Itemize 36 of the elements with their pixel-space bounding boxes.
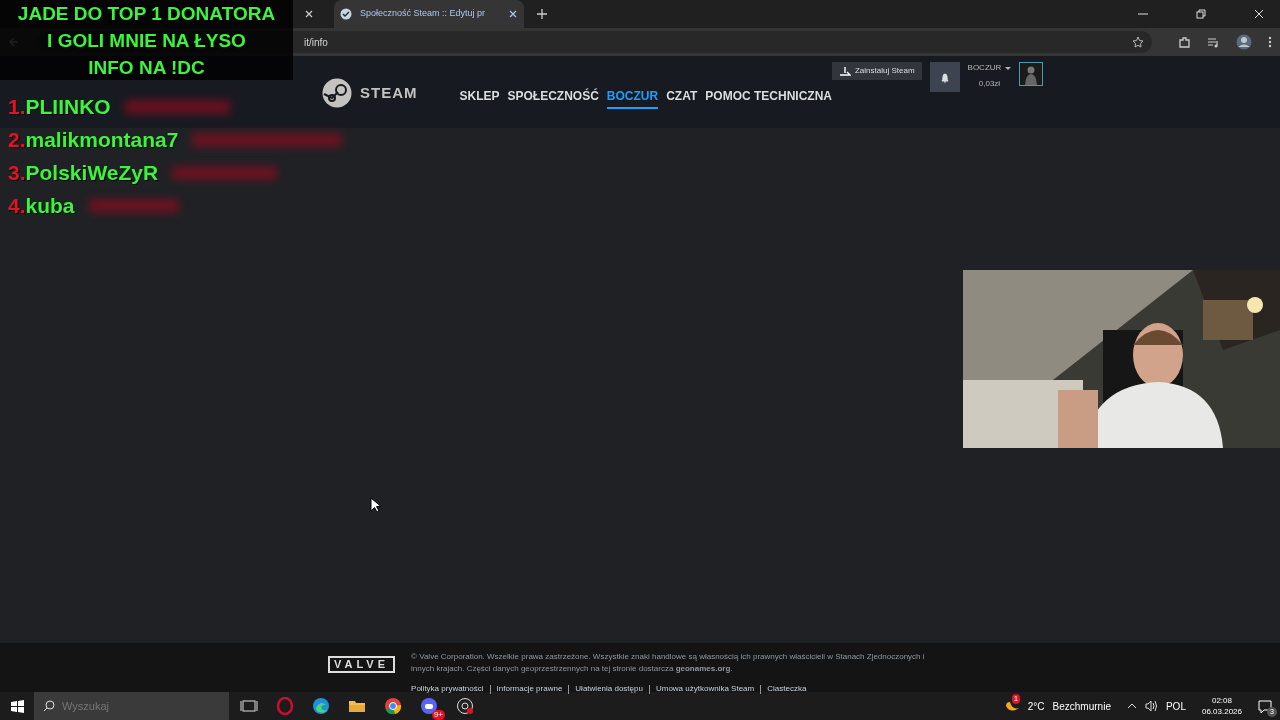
donor-name: PolskiWeZyR — [25, 159, 159, 186]
donor-rank: 2. — [8, 126, 26, 153]
install-steam-button[interactable]: Zainstaluj Steam — [831, 62, 922, 80]
taskbar-search-field[interactable]: Wyszukaj — [34, 692, 229, 720]
nav-link[interactable]: CZAT — [666, 85, 698, 109]
donor-name: PLIINKO — [25, 93, 111, 120]
footer-link[interactable]: Informacje prawne — [496, 683, 563, 695]
badge-count: 9+ — [431, 710, 445, 720]
overlay-headline: I GOLI MNIE NA ŁYSO — [47, 29, 246, 53]
donor-rank: 1. — [8, 93, 26, 120]
nav-link[interactable]: SKLEP — [459, 85, 500, 109]
copyright-text: © Valve Corporation. Wszelkie prawa zastrzeżone. Wszystkie znaki handlowe są własnością ich prawnych właścicieli w Stanach Zjednoczonych i innych krajach. Części danych geoprzestrzennych na tej stronie dostarcza geonames.org. — [411, 651, 926, 675]
overlay-headline: INFO NA !DC — [88, 56, 205, 80]
clock[interactable]: 02:08 06.03.2026 — [1201, 695, 1242, 717]
weather-text[interactable]: Bezchmurnie — [1052, 698, 1111, 714]
steam-logo-text[interactable]: STEAM — [360, 81, 418, 105]
badge-count: 1 — [1011, 694, 1021, 704]
overlay-headline: JADE DO TOP 1 DONATORA — [17, 2, 276, 26]
account-menu[interactable]: BOCZUR — [967, 62, 1012, 74]
browser-tab[interactable]: Społeczność Steam :: Edytuj pr — [334, 0, 524, 28]
nav-link[interactable]: POMOC TECHNICZNA — [705, 85, 832, 109]
footer-link[interactable]: Ułatwienia dostępu — [575, 683, 643, 695]
donor-rank: 4. — [8, 192, 26, 219]
donor-name: kuba — [25, 192, 75, 219]
temperature-text[interactable]: 2°C — [1027, 698, 1045, 714]
donor-name: malikmontana7 — [25, 126, 179, 153]
footer-link[interactable]: Umowa użytkownika Steam — [655, 683, 755, 695]
url-text[interactable]: it/info — [304, 34, 328, 50]
language-indicator[interactable]: POL — [1165, 698, 1186, 714]
footer-link[interactable]: Ciasteczka — [767, 683, 807, 695]
footer-link[interactable]: Polityka prywatności — [411, 683, 484, 695]
nav-link[interactable]: SPOŁECZNOŚĆ — [507, 85, 599, 109]
donor-rank: 3. — [8, 159, 26, 186]
valve-logo[interactable]: VALVE — [328, 656, 396, 673]
wallet-balance: 0,03zł — [978, 78, 1001, 90]
nav-link[interactable]: BOCZUR — [606, 85, 659, 109]
